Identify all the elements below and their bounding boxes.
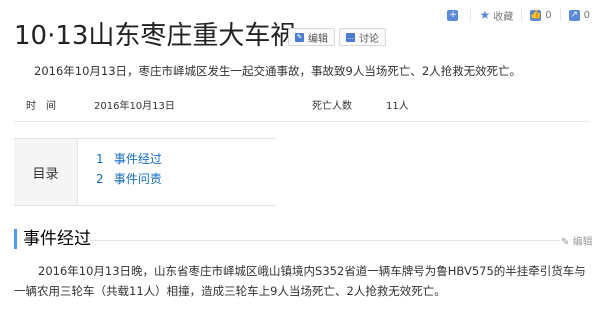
- toc-item-number: 1: [96, 152, 104, 166]
- thumbs-up-icon: 👍: [530, 9, 542, 21]
- star-icon: ★: [479, 7, 491, 22]
- collect-label: 收藏: [493, 11, 514, 23]
- toc-item-label: 事件问责: [113, 172, 162, 186]
- table-of-contents: 目录 1 事件经过 2 事件问责: [14, 138, 276, 206]
- collect-button[interactable]: ★ 收藏: [479, 8, 513, 23]
- info-divider: [14, 121, 590, 122]
- death-count-label: 死亡人数: [312, 101, 352, 112]
- page-title: 10·13山东枣庄重大车祸: [14, 21, 297, 51]
- section-divider: [90, 240, 560, 241]
- toolbar-divider: [470, 9, 472, 21]
- section-edit-label: 编辑: [572, 237, 593, 248]
- toolbar-divider: [521, 9, 523, 21]
- time-label: 时 间: [26, 101, 56, 112]
- pencil-icon: ✎: [561, 237, 570, 248]
- discuss-button[interactable]: … 讨论: [339, 28, 386, 46]
- section-title: 事件经过: [23, 229, 91, 249]
- toc-item-number: 2: [96, 172, 104, 186]
- section-accent-bar: [14, 229, 17, 249]
- toolbar-divider: [559, 9, 561, 21]
- toc-heading: 目录: [14, 139, 78, 205]
- like-button[interactable]: 👍 0: [530, 9, 552, 21]
- section-edit-link[interactable]: ✎ 编辑: [561, 233, 593, 248]
- discuss-button-label: 讨论: [359, 33, 379, 45]
- share-icon: ↗: [568, 9, 580, 21]
- pencil-icon: ✎: [295, 32, 304, 42]
- toc-item-label: 事件经过: [113, 152, 162, 166]
- toc-item-accountability[interactable]: 2 事件问责: [96, 169, 162, 189]
- top-toolbar: + ★ 收藏 👍 0 ↗ 0: [447, 8, 590, 23]
- share-button[interactable]: ↗ 0: [568, 9, 590, 21]
- plus-square-icon: +: [447, 9, 459, 21]
- summary-text: 2016年10月13日，枣庄市峄城区发生一起交通事故，事故致9人当场死亡、2人抢…: [34, 64, 522, 78]
- basic-info-row: 时 间 2016年10月13日 死亡人数 11人: [14, 97, 590, 112]
- add-button[interactable]: +: [447, 9, 462, 21]
- share-count: 0: [583, 9, 590, 21]
- toc-item-event-process[interactable]: 1 事件经过: [96, 149, 162, 169]
- section-paragraph: 2016年10月13日晚，山东省枣庄市峄城区峨山镇境内S352省道一辆车牌号为鲁…: [14, 261, 588, 301]
- edit-button-label: 编辑: [308, 33, 328, 45]
- like-count: 0: [545, 9, 552, 21]
- time-value: 2016年10月13日: [94, 101, 175, 112]
- edit-button[interactable]: ✎ 编辑: [288, 28, 335, 46]
- section-paragraph-text: 2016年10月13日晚，山东省枣庄市峄城区峨山镇境内S352省道一辆车牌号为鲁…: [14, 264, 586, 298]
- death-count-value: 11人: [386, 101, 409, 112]
- chat-icon: …: [346, 32, 355, 42]
- toc-list: 1 事件经过 2 事件问责: [96, 149, 162, 189]
